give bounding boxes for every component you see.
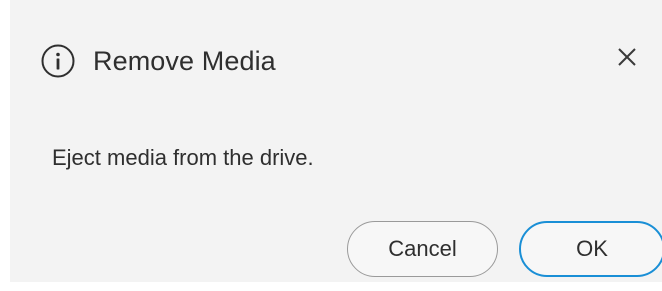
dialog-header: Remove Media (40, 43, 276, 79)
cancel-button-label: Cancel (388, 236, 457, 261)
close-icon (618, 48, 636, 66)
dialog-title: Remove Media (93, 45, 276, 76)
cancel-button[interactable]: Cancel (347, 221, 498, 277)
ok-button[interactable]: OK (519, 221, 662, 277)
info-icon (40, 43, 76, 79)
ok-button-label: OK (576, 236, 608, 261)
dialog-message: Eject media from the drive. (52, 145, 314, 170)
close-button[interactable] (614, 44, 640, 70)
remove-media-dialog: Remove Media Eject media from the drive.… (10, 0, 662, 282)
